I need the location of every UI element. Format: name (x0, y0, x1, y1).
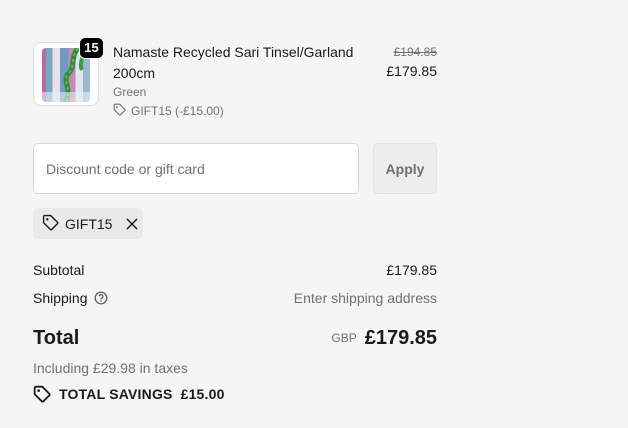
applied-code-label: GIFT15 (65, 215, 113, 232)
item-discount: GIFT15 (-£15.00) (113, 103, 224, 119)
discount-form: Apply (33, 143, 437, 194)
help-icon[interactable] (94, 291, 108, 305)
product-variant: Green (113, 85, 147, 99)
taxes-note: Including £29.98 in taxes (33, 360, 188, 376)
discount-code-input[interactable] (33, 143, 359, 194)
total-row: Total GBP £179.85 (33, 327, 437, 353)
currency-code: GBP (331, 331, 357, 345)
item-discount-label: GIFT15 (-£15.00) (131, 104, 224, 118)
subtotal-label: Subtotal (33, 262, 85, 278)
savings-value: £15.00 (180, 386, 225, 402)
total-savings: TOTAL SAVINGS £15.00 (33, 385, 225, 403)
original-price: £194.85 (393, 45, 437, 59)
applied-discount-chip: GIFT15 (33, 208, 143, 239)
tag-icon (42, 214, 59, 234)
shipping-label-group: Shipping (33, 290, 108, 306)
current-price: £179.85 (386, 63, 437, 79)
product-thumbnail: 15 (33, 37, 104, 106)
close-icon (126, 217, 138, 230)
total-amount: £179.85 (364, 327, 437, 349)
remove-discount-button[interactable] (126, 217, 138, 230)
tag-icon (33, 385, 51, 403)
quantity-badge: 15 (79, 37, 104, 59)
tag-icon (113, 103, 126, 119)
subtotal-value: £179.85 (386, 262, 437, 278)
shipping-label: Shipping (33, 290, 88, 306)
product-title: Namaste Recycled Sari Tinsel/Garland 200… (113, 44, 354, 81)
apply-button[interactable]: Apply (373, 143, 437, 194)
line-item: 15 Namaste Recycled Sari Tinsel/Garland … (33, 37, 437, 122)
savings-label: TOTAL SAVINGS (59, 386, 173, 402)
shipping-value: Enter shipping address (293, 290, 437, 306)
total-value-group: GBP £179.85 (331, 327, 437, 350)
total-label: Total (33, 327, 80, 349)
